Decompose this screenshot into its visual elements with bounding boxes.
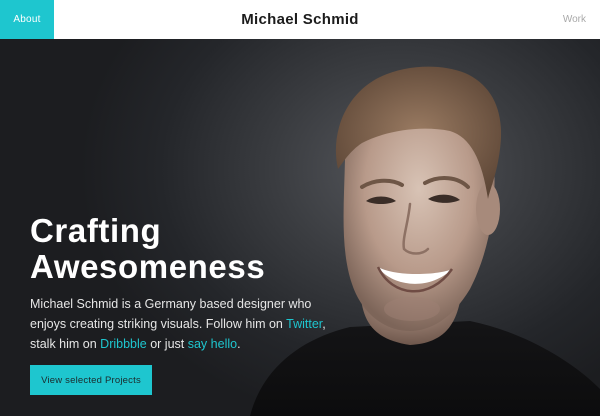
headline-line-1: Crafting — [30, 212, 162, 249]
hero-section: Crafting Awesomeness Michael Schmid is a… — [0, 39, 600, 416]
headline-line-2: Awesomeness — [30, 248, 266, 285]
dribbble-link[interactable]: Dribbble — [100, 337, 147, 351]
site-title[interactable]: Michael Schmid — [241, 11, 359, 28]
nav-work-link[interactable]: Work — [563, 0, 586, 39]
hero-headline: Crafting Awesomeness — [30, 213, 265, 285]
top-navigation-bar: About Michael Schmid Work — [0, 0, 600, 39]
bio-text-1: Michael Schmid is a Germany based design… — [30, 297, 312, 331]
bio-text-4: . — [237, 337, 241, 351]
twitter-link[interactable]: Twitter — [286, 317, 322, 331]
nav-about-link[interactable]: About — [0, 0, 54, 39]
bio-text-3: or just — [146, 337, 188, 351]
view-projects-button[interactable]: View selected Projects — [30, 365, 152, 395]
say-hello-link[interactable]: say hello — [188, 337, 237, 351]
hero-bio: Michael Schmid is a Germany based design… — [30, 294, 340, 354]
